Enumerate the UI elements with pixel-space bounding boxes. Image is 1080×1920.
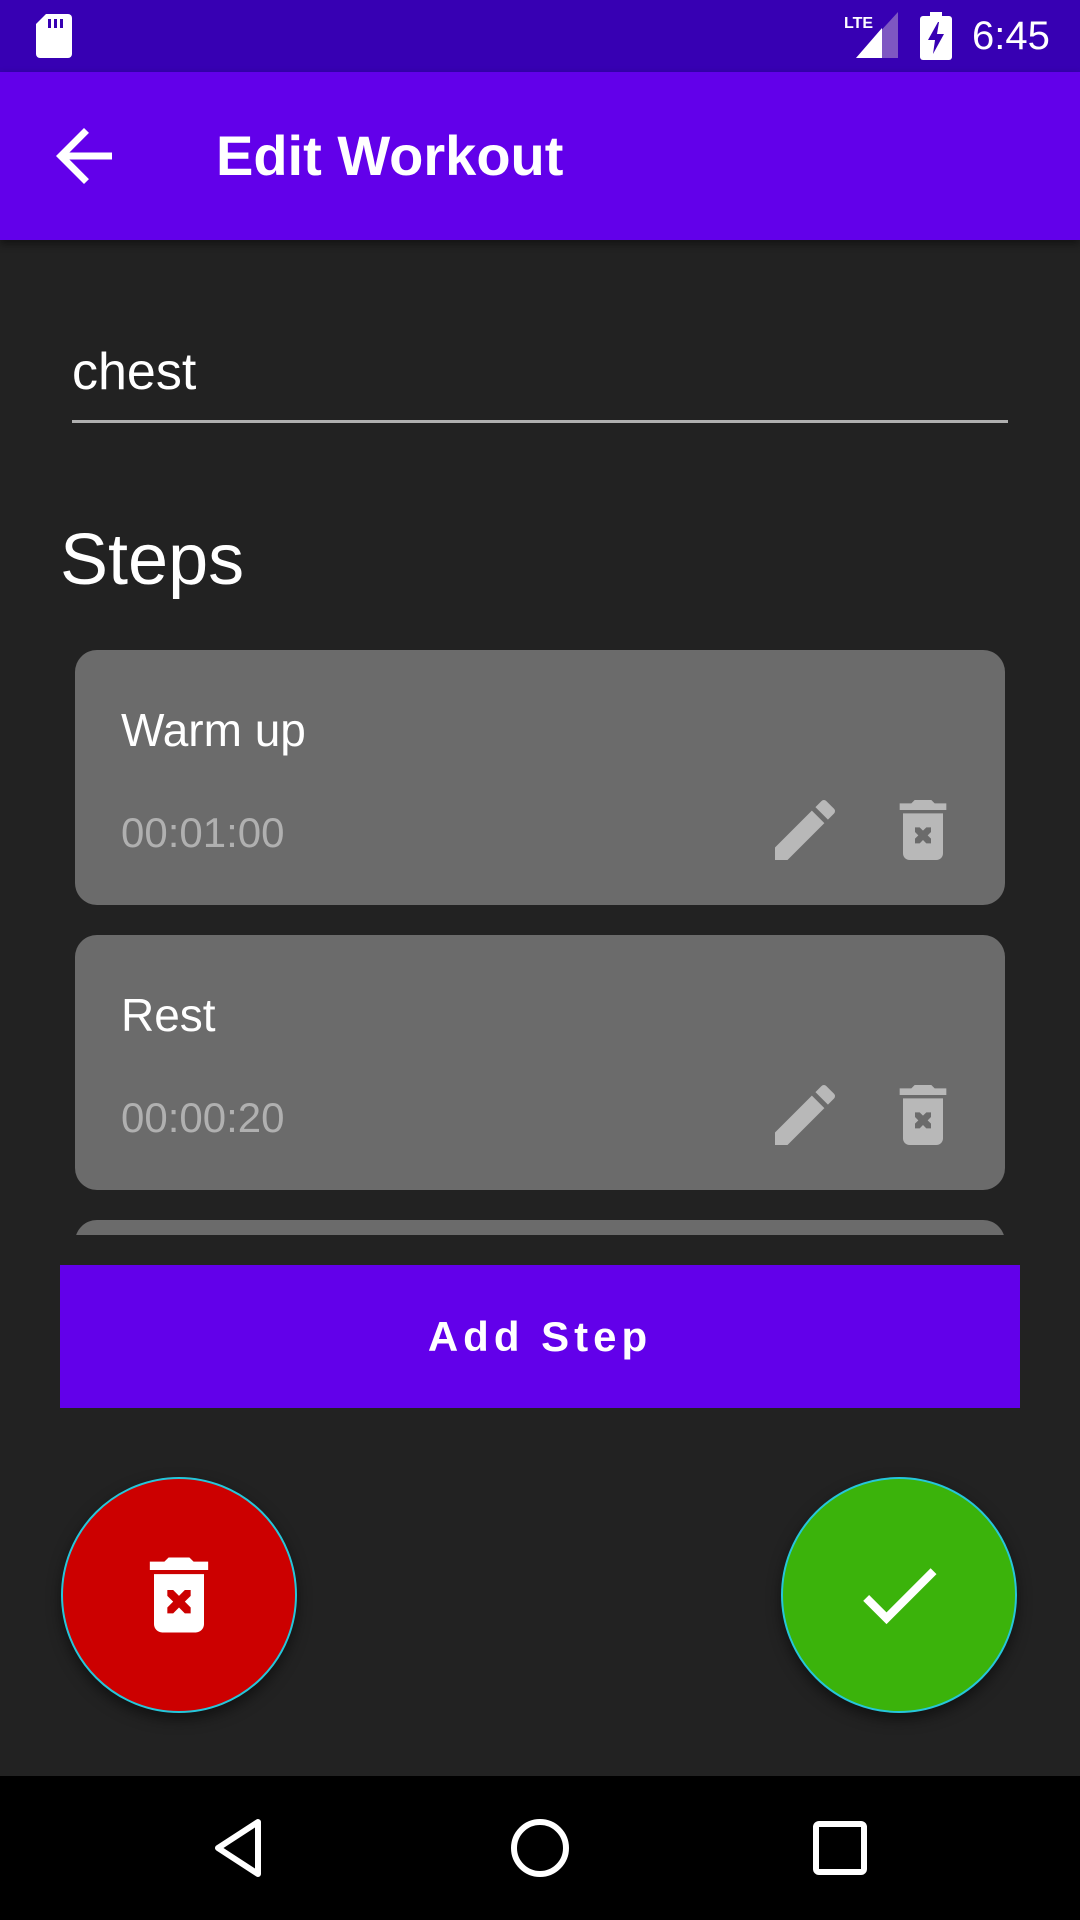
step-duration: 00:00:20 — [121, 1094, 285, 1141]
steps-heading: Steps — [60, 520, 245, 600]
nav-home-button[interactable] — [500, 1808, 580, 1888]
step-duration: 00:01:00 — [121, 809, 285, 856]
nav-recents-button[interactable] — [800, 1808, 880, 1888]
battery-charging-icon — [920, 12, 952, 60]
pencil-icon — [775, 799, 836, 860]
sd-card-icon — [36, 14, 72, 58]
add-step-button[interactable]: Add Step — [60, 1265, 1020, 1408]
step-name: Rest — [121, 989, 216, 1041]
step-card-partial[interactable] — [75, 1220, 1005, 1235]
step-card[interactable]: Rest 00:00:20 — [75, 935, 1005, 1190]
arrow-back-icon — [56, 128, 112, 184]
app-bar: Edit Workout — [0, 72, 1080, 240]
nav-back-button[interactable] — [200, 1808, 280, 1888]
nav-back-icon — [215, 1819, 261, 1877]
status-bar: LTE 6:45 — [0, 0, 1080, 72]
trash-icon — [149, 1557, 209, 1633]
nav-home-icon — [511, 1819, 569, 1877]
edit-step-button[interactable] — [765, 790, 845, 870]
workout-name-field — [72, 330, 1008, 423]
step-card[interactable]: Warm up 00:01:00 — [75, 650, 1005, 905]
page-title: Edit Workout — [216, 124, 564, 187]
delete-step-button[interactable] — [883, 1075, 963, 1155]
delete-workout-button[interactable] — [61, 1477, 297, 1713]
workout-name-input[interactable] — [72, 330, 1008, 414]
trash-icon — [899, 1085, 947, 1145]
navigation-bar — [0, 1776, 1080, 1920]
status-time: 6:45 — [972, 14, 1050, 58]
step-name: Warm up — [121, 704, 306, 756]
back-button[interactable] — [42, 114, 126, 198]
lte-signal-icon: LTE — [844, 12, 898, 58]
pencil-icon — [775, 1084, 836, 1145]
delete-step-button[interactable] — [883, 790, 963, 870]
nav-recents-icon — [813, 1821, 867, 1875]
save-workout-button[interactable] — [781, 1477, 1017, 1713]
edit-step-button[interactable] — [765, 1075, 845, 1155]
check-icon — [863, 1568, 937, 1625]
steps-list[interactable]: Warm up 00:01:00 Rest 00:00:20 — [0, 645, 1080, 1235]
trash-icon — [899, 800, 947, 860]
lte-label: LTE — [844, 15, 873, 32]
